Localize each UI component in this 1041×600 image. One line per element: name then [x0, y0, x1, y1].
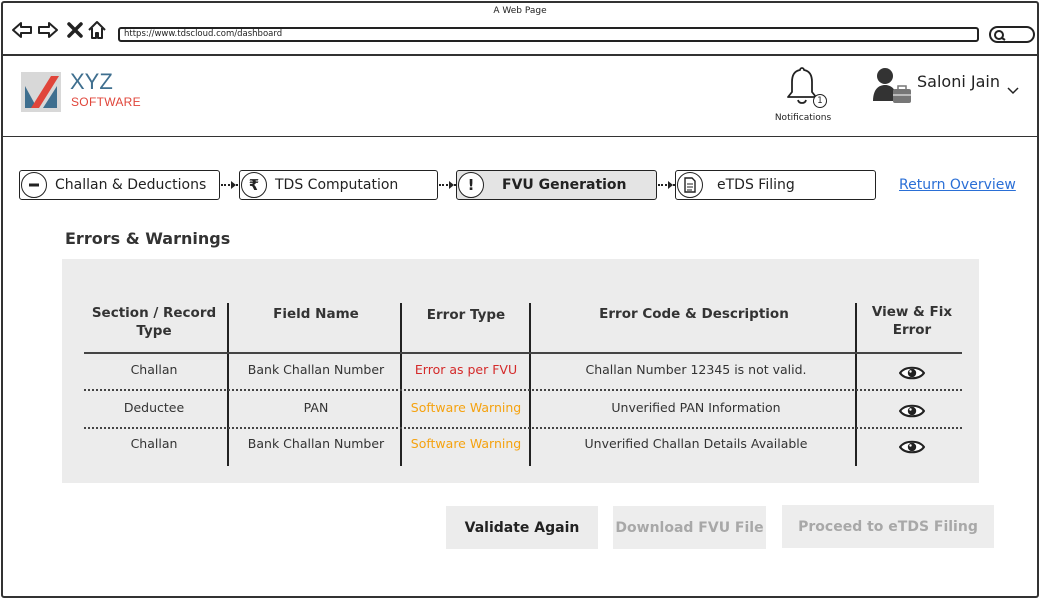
header-divider	[84, 352, 962, 354]
forward-arrow-icon[interactable]	[37, 19, 59, 41]
column-header-field: Field Name	[273, 306, 359, 322]
cell-section: Deductee	[123, 400, 185, 415]
back-arrow-icon[interactable]	[11, 19, 33, 41]
close-icon[interactable]	[64, 19, 86, 41]
browser-toolbar: A Web Page https://www.tdscloud.com/dash…	[3, 3, 1037, 56]
cell-field: Bank Challan Number	[247, 362, 385, 377]
step-connector	[658, 181, 675, 189]
exclamation-icon: !	[458, 172, 484, 198]
step-label: eTDS Filing	[717, 177, 795, 193]
logo-icon[interactable]	[21, 72, 61, 112]
search-icon	[994, 30, 1006, 41]
download-fvu-button[interactable]: Download FVU File	[613, 506, 766, 549]
user-avatar-icon	[873, 68, 911, 103]
eye-icon[interactable]	[899, 438, 925, 456]
column-header-view-fix: View & Fix Error	[871, 304, 953, 338]
step-label: FVU Generation	[502, 177, 627, 193]
proceed-etds-filing-button[interactable]: Proceed to eTDS Filing	[782, 505, 994, 548]
rupee-icon: ₹	[241, 172, 267, 198]
eye-icon[interactable]	[899, 402, 925, 420]
document-icon	[677, 172, 703, 198]
window-title: A Web Page	[493, 6, 547, 16]
minus-circle-icon	[21, 172, 47, 198]
cell-error-type: Software Warning	[410, 436, 522, 451]
cell-error-type: Software Warning	[410, 400, 522, 415]
browser-search-button[interactable]	[989, 26, 1035, 43]
notifications-button[interactable]: 1 Notifications	[773, 63, 833, 123]
cell-section: Challan	[130, 362, 178, 377]
validate-again-button[interactable]: Validate Again	[446, 506, 598, 549]
notification-count-badge: 1	[813, 94, 827, 108]
app-header: XYZ SOFTWARE 1 Notifications Saloni Jain	[3, 57, 1037, 137]
column-divider	[529, 303, 531, 466]
logo-text: XYZ	[70, 69, 113, 94]
notifications-label: Notifications	[774, 113, 832, 123]
column-divider	[400, 303, 402, 466]
cell-field: Bank Challan Number	[247, 436, 385, 451]
step-label: TDS Computation	[275, 177, 399, 193]
cell-field: PAN	[303, 400, 329, 415]
eye-icon[interactable]	[899, 364, 925, 382]
chevron-down-icon[interactable]	[1007, 87, 1019, 95]
cell-section: Challan	[130, 436, 178, 451]
column-header-description: Error Code & Description	[599, 306, 789, 322]
step-etds-filing[interactable]: eTDS Filing	[675, 170, 876, 200]
cell-description: Unverified Challan Details Available	[584, 436, 808, 451]
step-connector	[221, 181, 238, 189]
column-header-section: Section / Record Type	[91, 305, 217, 339]
step-label: Challan & Deductions	[55, 177, 207, 193]
url-bar[interactable]: https://www.tdscloud.com/dashboard	[118, 27, 979, 42]
step-challan-deductions[interactable]: Challan & Deductions	[19, 170, 220, 200]
logo-subtext: SOFTWARE	[71, 95, 141, 109]
column-divider	[227, 303, 229, 466]
cell-error-type: Error as per FVU	[414, 362, 518, 377]
user-menu[interactable]: Saloni Jain	[871, 65, 1031, 105]
column-header-error-type: Error Type	[426, 307, 506, 323]
cell-description: Unverified PAN Information	[611, 400, 781, 415]
section-title: Errors & Warnings	[65, 229, 231, 248]
cell-description: Challan Number 12345 is not valid.	[585, 362, 807, 377]
home-icon[interactable]	[86, 19, 108, 41]
step-tds-computation[interactable]: ₹ TDS Computation	[239, 170, 438, 200]
user-name: Saloni Jain	[917, 72, 1000, 91]
step-connector	[439, 181, 456, 189]
row-divider	[84, 427, 962, 429]
row-divider	[84, 389, 962, 391]
step-fvu-generation[interactable]: ! FVU Generation	[456, 170, 657, 200]
return-overview-link[interactable]: Return Overview	[899, 177, 1016, 193]
